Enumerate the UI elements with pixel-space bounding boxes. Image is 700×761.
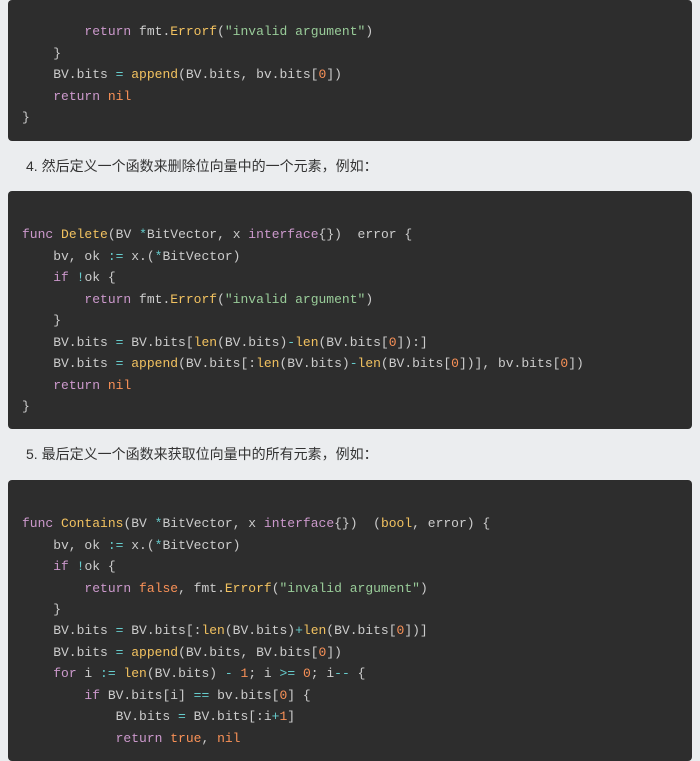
code-block-2: func Delete(BV *BitVector, x interface{}… bbox=[8, 191, 692, 429]
step4-text: 4. 然后定义一个函数来删除位向量中的一个元素，例如： bbox=[0, 141, 700, 191]
step5-text: 5. 最后定义一个函数来获取位向量中的所有元素，例如： bbox=[0, 429, 700, 479]
code-block-3: func Contains(BV *BitVector, x interface… bbox=[8, 480, 692, 761]
code-block-1: return fmt.Errorf("invalid argument") } … bbox=[8, 0, 692, 141]
